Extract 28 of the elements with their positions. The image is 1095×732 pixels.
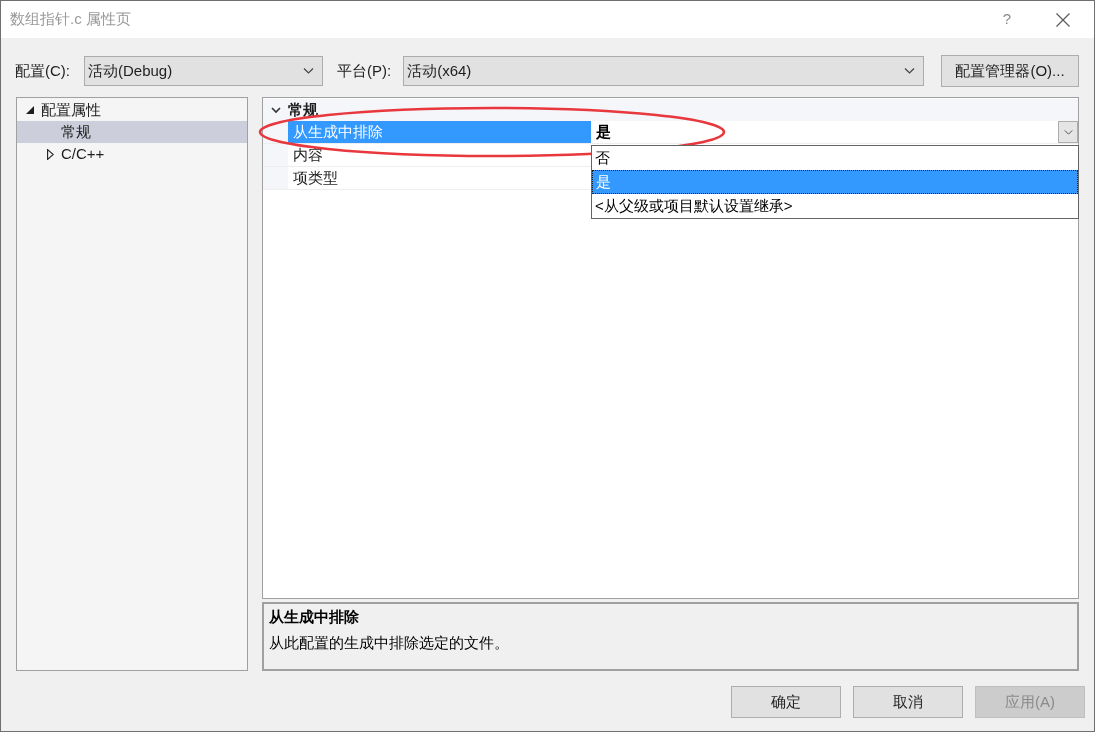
configuration-manager-button[interactable]: 配置管理器(O)... <box>941 55 1079 87</box>
tree-item[interactable]: 配置属性 <box>17 99 247 121</box>
configuration-dropdown[interactable]: 活动(Debug) <box>84 56 323 86</box>
chevron-down-icon <box>303 68 314 74</box>
chevron-down-icon <box>1063 129 1073 135</box>
tree-item[interactable]: 常规 <box>17 121 247 143</box>
chevron-down-icon[interactable] <box>270 105 281 115</box>
tree-item[interactable]: C/C++ <box>17 143 247 165</box>
description-text: 从此配置的生成中排除选定的文件。 <box>269 632 510 653</box>
configuration-label: 配置(C): <box>15 60 70 81</box>
platform-label: 平台(P): <box>337 60 392 81</box>
value-cell[interactable]: 是 <box>591 121 1078 143</box>
property-value: 是 <box>595 121 612 142</box>
property-name: 项类型 <box>288 167 591 189</box>
platform-dropdown[interactable]: 活动(x64) <box>403 56 925 86</box>
help-button[interactable]: ? <box>992 4 1022 35</box>
chevron-down-icon <box>904 68 916 74</box>
expanded-triangle-icon[interactable] <box>26 106 34 114</box>
property-name: 从生成中排除 <box>288 121 591 143</box>
description-title: 从生成中排除 <box>269 607 360 627</box>
dropdown-option[interactable]: 否 <box>592 146 1078 170</box>
window-title: 数组指针.c 属性页 <box>10 9 131 30</box>
dropdown-option[interactable]: <从父级或项目默认设置继承> <box>592 194 1078 218</box>
dialog-button[interactable]: 确定 <box>731 686 841 718</box>
dialog-button[interactable]: 取消 <box>853 686 963 718</box>
close-icon <box>1056 12 1070 27</box>
property-row[interactable]: 从生成中排除 是 <box>263 121 1078 144</box>
collapsed-triangle-icon[interactable] <box>46 148 54 160</box>
